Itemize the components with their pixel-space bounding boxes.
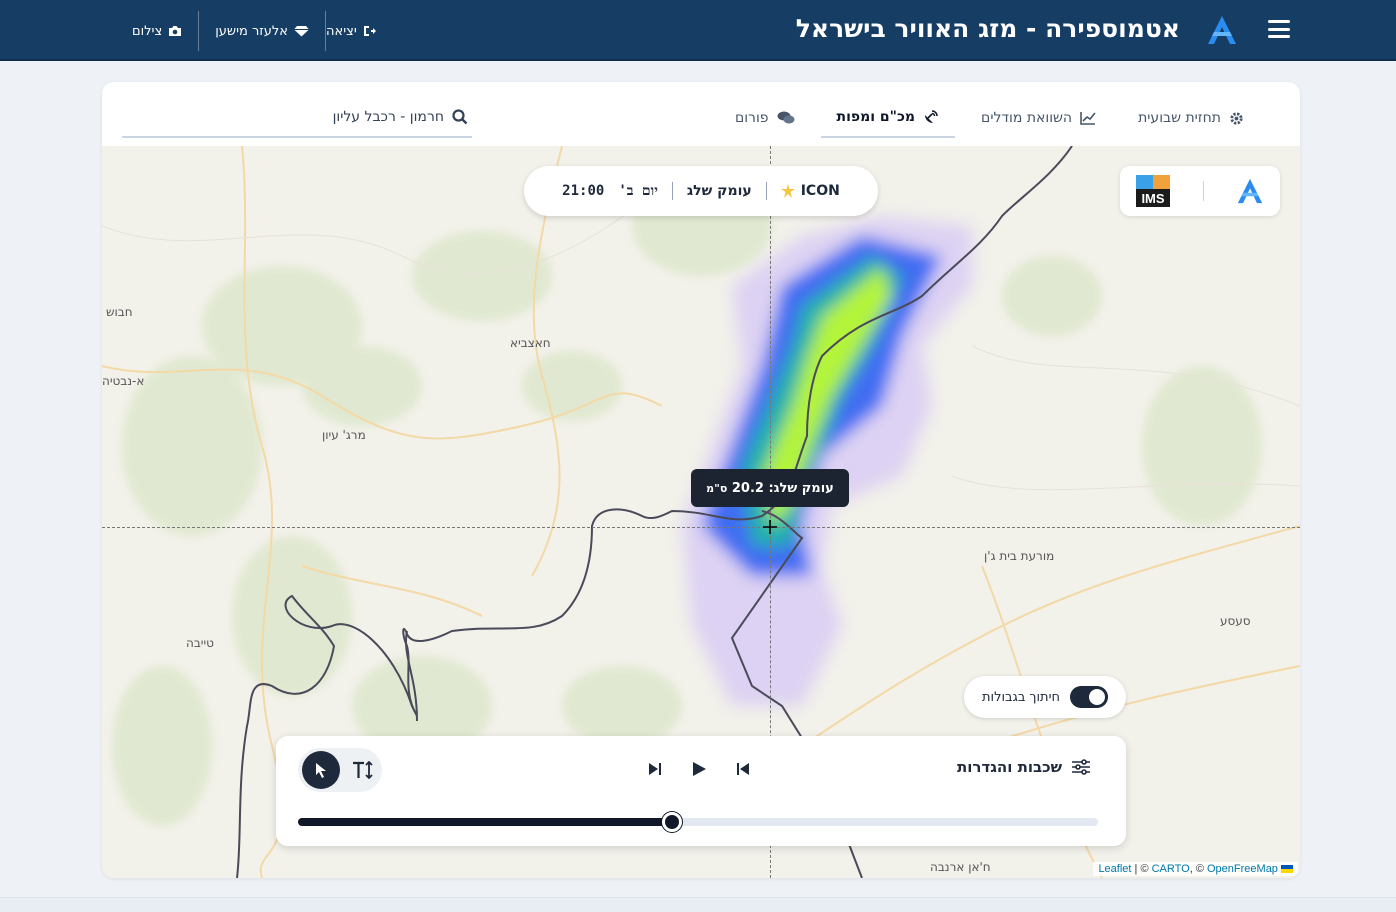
- clip-borders-toggle[interactable]: חיתוך בגבולות: [964, 676, 1126, 718]
- weather-map[interactable]: חבוש א-נבטיה חאצביא מרג' עיון טייבה מורע…: [102, 146, 1300, 878]
- sliders-icon: [1072, 759, 1090, 775]
- place-label: סעסע: [1220, 614, 1251, 628]
- tab-radar-maps[interactable]: מכ"ם ומפות: [820, 98, 956, 138]
- camera-button[interactable]: צילום: [116, 11, 198, 51]
- place-label: מורעת בית ג'ן: [984, 549, 1055, 563]
- crosshair-cursor-icon: [763, 520, 777, 534]
- text-height-icon: [353, 761, 373, 779]
- place-label: מרג' עיון: [322, 428, 366, 442]
- carto-link[interactable]: CARTO: [1152, 863, 1190, 875]
- main-card: תחזית שבועית השוואת מודלים מכ"ם ומפות פו…: [102, 82, 1300, 878]
- toggle-switch[interactable]: [1070, 686, 1109, 708]
- chart-line-icon: [1080, 112, 1096, 125]
- layers-label: שכבות והגדרות: [956, 758, 1062, 776]
- place-label: חבוש: [106, 305, 133, 319]
- place-label: א-נבטיה: [102, 374, 145, 388]
- satellite-dish-icon: [925, 110, 938, 123]
- map-mode-group: [298, 748, 382, 792]
- attribution-sep: , ©: [1189, 863, 1207, 875]
- divider: [198, 11, 200, 51]
- leaflet-link[interactable]: Leaflet: [1098, 863, 1131, 875]
- map-attribution: Leaflet | © CARTO, © OpenFreeMap: [1093, 862, 1298, 876]
- playback-controls: שכבות והגדרות: [276, 736, 1126, 846]
- value-tooltip: עומק שלג: 20.2 ס"מ: [691, 469, 849, 507]
- layers-settings-button[interactable]: שכבות והגדרות: [957, 758, 1090, 776]
- tab-label: מכ"ם ומפות: [836, 109, 916, 125]
- flag-icon: [1281, 865, 1293, 874]
- camera-icon: [169, 26, 182, 36]
- profile-name: אלעזר מישען: [215, 23, 289, 39]
- header-actions: צילום אלעזר מישען יציאה: [116, 11, 393, 51]
- model-badge[interactable]: ICON: [780, 183, 840, 199]
- place-label: חאצביא: [510, 336, 551, 350]
- player-buttons: [644, 758, 754, 780]
- tab-label: פורום: [734, 110, 769, 126]
- play-button[interactable]: [688, 758, 710, 780]
- toggle-label: חיתוך בגבולות: [982, 689, 1061, 705]
- map-info-pill: ICON עומק שלג יום ב' 21:00: [524, 166, 878, 216]
- timeline-thumb[interactable]: [662, 812, 683, 832]
- diamond-icon: [294, 26, 310, 37]
- skip-back-icon: [737, 763, 749, 775]
- atmosphera-logo-icon[interactable]: [1236, 178, 1264, 204]
- tab-forum[interactable]: פורום: [719, 98, 811, 138]
- place-label: טייבה: [186, 636, 214, 650]
- tab-bar: תחזית שבועית השוואת מודלים מכ"ם ומפות פו…: [709, 98, 1260, 138]
- crosshair-horizontal: [102, 527, 1300, 528]
- app-logo[interactable]: [1206, 14, 1238, 46]
- model-icon: [780, 184, 795, 198]
- model-name: ICON: [800, 183, 840, 199]
- play-icon: [693, 762, 706, 776]
- skip-forward-icon: [649, 763, 661, 775]
- tab-model-comparison[interactable]: השוואת מודלים: [965, 98, 1112, 138]
- openfreemap-link[interactable]: OpenFreeMap: [1207, 863, 1278, 875]
- app-title: אטמוספירה - מזג האוויר בישראל: [795, 14, 1180, 43]
- tab-label: תחזית שבועית: [1138, 110, 1221, 126]
- logout-label: יציאה: [326, 23, 357, 39]
- divider: [325, 11, 327, 51]
- divider: [671, 182, 673, 200]
- divider: [1202, 181, 1204, 201]
- top-header: אטמוספירה - מזג האוויר בישראל צילום אלעז…: [0, 0, 1396, 61]
- next-button[interactable]: [644, 758, 666, 780]
- place-label: ח'אן ארנבה: [930, 860, 991, 874]
- tab-weekly-forecast[interactable]: תחזית שבועית: [1122, 98, 1260, 138]
- attribution-sep: | ©: [1131, 863, 1152, 875]
- tooltip-unit: ס"מ: [706, 481, 728, 495]
- search-icon: [452, 109, 468, 125]
- gear-icon: [1230, 111, 1243, 125]
- tooltip-label: עומק שלג:: [768, 480, 834, 496]
- search-input[interactable]: [144, 109, 444, 125]
- forecast-day: יום ב': [618, 182, 658, 199]
- previous-button[interactable]: [732, 758, 754, 780]
- logout-button[interactable]: יציאה: [326, 11, 393, 51]
- tab-label: השוואת מודלים: [981, 110, 1073, 126]
- profile-button[interactable]: אלעזר מישען: [199, 11, 325, 51]
- timeline-slider[interactable]: [298, 812, 1098, 832]
- camera-label: צילום: [132, 23, 163, 39]
- menu-icon[interactable]: [1268, 20, 1290, 38]
- pointer-mode-button[interactable]: [302, 751, 340, 789]
- forecast-time: 21:00: [562, 183, 605, 199]
- timeline-progress: [298, 818, 673, 826]
- page-footer-strip: [0, 897, 1396, 912]
- brand-logos: IMS: [1120, 166, 1280, 216]
- ims-logo-icon[interactable]: IMS: [1136, 175, 1171, 207]
- cursor-arrow-icon: [316, 763, 326, 778]
- text-size-button[interactable]: [344, 751, 382, 789]
- layer-name: עומק שלג: [686, 183, 752, 199]
- comments-icon: [777, 111, 795, 124]
- logout-icon: [363, 26, 376, 36]
- location-search[interactable]: [122, 98, 472, 138]
- tooltip-value: 20.2: [731, 480, 764, 496]
- svg-text:IMS: IMS: [1142, 191, 1165, 206]
- divider: [765, 182, 767, 200]
